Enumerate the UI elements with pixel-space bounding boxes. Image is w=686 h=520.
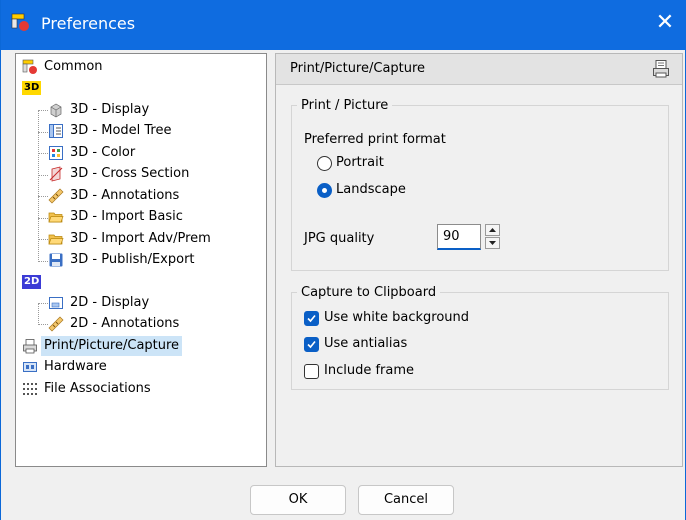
portrait-radio[interactable]: [317, 156, 332, 171]
white-background-checkbox[interactable]: [304, 311, 319, 326]
panel-title: Print/Picture/Capture: [290, 61, 426, 76]
3d-badge: 3D: [22, 81, 42, 95]
tree-item-label: 3D - Display: [70, 102, 150, 117]
antialias-label[interactable]: Use antialias: [324, 336, 407, 351]
capture-clipboard-group-title: Capture to Clipboard: [297, 285, 441, 300]
preferences-dialog: Preferences ✕ Common 3D 3D - Display 3D …: [0, 0, 686, 520]
window-title: Preferences: [41, 14, 136, 33]
floppy-disk-icon: [49, 253, 63, 267]
chevron-down-icon: [489, 241, 496, 245]
close-icon[interactable]: ✕: [653, 11, 677, 35]
include-frame-label[interactable]: Include frame: [324, 363, 414, 378]
landscape-label[interactable]: Landscape: [336, 182, 406, 197]
tree-item-label: File Associations: [44, 381, 151, 396]
white-background-label[interactable]: Use white background: [324, 310, 469, 325]
tree-item-label: Print/Picture/Capture: [41, 336, 183, 356]
chevron-up-icon: [489, 228, 496, 232]
tree-item-label: 3D - Model Tree: [70, 123, 172, 138]
tree-item-label: 2D - Display: [70, 295, 150, 310]
tree-item-label: 3D - Import Adv/Prem: [70, 231, 211, 246]
checkmark-icon: [307, 340, 316, 349]
hardware-icon: [23, 362, 37, 372]
settings-panel: Print/Picture/Capture Print / Picture Pr…: [275, 53, 683, 467]
printer-icon: [23, 339, 37, 354]
tree-item-label: 3D - Annotations: [70, 188, 180, 203]
common-settings-icon: [22, 59, 37, 74]
folder-open-icon: [48, 234, 64, 245]
tree-item-label: 3D - Import Basic: [70, 209, 183, 224]
spin-up-button[interactable]: [485, 224, 500, 236]
tree-item-label: 2D - Annotations: [70, 316, 180, 331]
2d-display-icon: [49, 297, 63, 309]
preferences-tree[interactable]: Common 3D 3D - Display 3D - Model Tree 3…: [15, 53, 267, 467]
color-palette-icon: [49, 146, 63, 160]
tree-item-label: Hardware: [44, 359, 107, 374]
ruler-icon: [48, 316, 64, 332]
tree-item-label: 3D - Color: [70, 145, 136, 160]
landscape-radio[interactable]: [317, 183, 332, 198]
spin-down-button[interactable]: [485, 237, 500, 249]
tree-item-label: Common: [44, 59, 103, 74]
title-bar[interactable]: Preferences ✕: [1, 0, 686, 50]
tree-item-label: 3D - Publish/Export: [70, 252, 195, 267]
panel-header: Print/Picture/Capture: [276, 54, 682, 85]
cancel-button[interactable]: Cancel: [358, 485, 454, 515]
preferred-format-label: Preferred print format: [304, 132, 446, 147]
portrait-label[interactable]: Portrait: [336, 155, 384, 170]
app-icon: [11, 13, 29, 31]
jpg-quality-label: JPG quality: [304, 231, 375, 246]
include-frame-checkbox[interactable]: [304, 364, 319, 379]
jpg-quality-input[interactable]: 90: [437, 224, 481, 250]
antialias-checkbox[interactable]: [304, 337, 319, 352]
ruler-icon: [48, 188, 64, 204]
print-picture-group-title: Print / Picture: [297, 98, 393, 113]
2d-badge: 2D: [22, 275, 42, 289]
folder-open-icon: [48, 212, 64, 223]
model-tree-icon: [49, 124, 63, 138]
tree-item-label: 3D - Cross Section: [70, 166, 190, 181]
printer-icon: [653, 60, 669, 78]
file-associations-icon: [23, 383, 37, 395]
cross-section-icon: [49, 166, 63, 182]
checkmark-icon: [307, 314, 316, 323]
cube-icon: [50, 103, 62, 118]
ok-button[interactable]: OK: [250, 485, 346, 515]
